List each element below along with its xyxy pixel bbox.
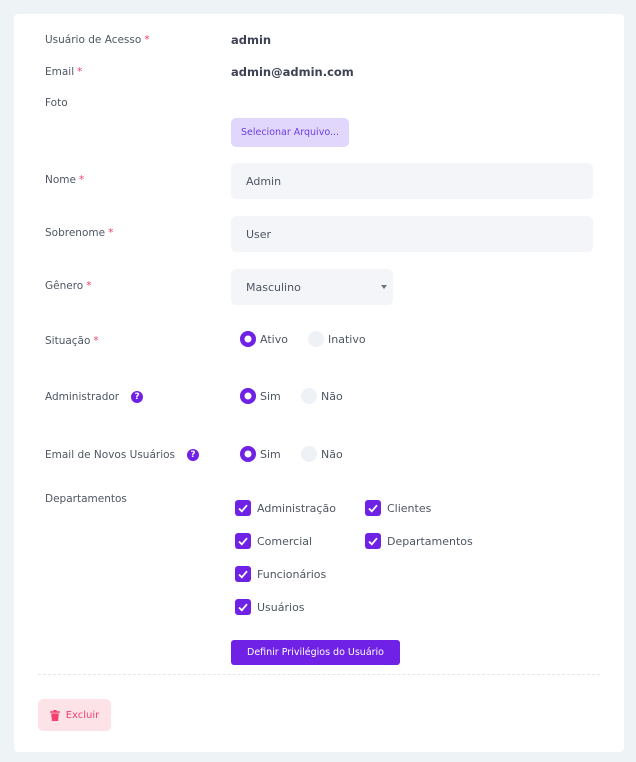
- genero-selected-value: Masculino: [246, 280, 301, 294]
- define-privileges-button[interactable]: Definir Privilégios do Usuário: [231, 640, 400, 665]
- usuario-acesso-value: admin: [231, 33, 272, 47]
- email-novos-radio-nao[interactable]: Não: [301, 446, 343, 462]
- checkbox-label: Departamentos: [387, 534, 473, 548]
- checkbox-label: Funcionários: [257, 567, 327, 581]
- checkmark-icon: [235, 500, 251, 516]
- delete-button[interactable]: Excluir: [38, 699, 111, 731]
- nome-input[interactable]: Admin: [231, 163, 593, 199]
- checkmark-icon: [365, 500, 381, 516]
- checkbox-administracao[interactable]: Administração: [235, 500, 336, 516]
- sobrenome-input[interactable]: User: [231, 216, 593, 252]
- nome-label: Nome *: [45, 174, 85, 186]
- administrador-label: Administrador?: [45, 391, 144, 403]
- administrador-radio-nao[interactable]: Não: [301, 388, 343, 404]
- situacao-radio-inativo[interactable]: Inativo: [308, 331, 366, 347]
- situacao-radio-ativo[interactable]: Ativo: [240, 331, 288, 347]
- checkmark-icon: [365, 533, 381, 549]
- radio-label: Não: [321, 389, 343, 403]
- radio-label: Ativo: [260, 332, 288, 346]
- user-form-card: Usuário de Acesso * admin Email * admin@ad…: [14, 14, 624, 752]
- question-circle-icon[interactable]: ?: [187, 449, 200, 461]
- departamentos-label: Departamentos: [45, 493, 127, 505]
- checkbox-funcionarios[interactable]: Funcionários: [235, 566, 326, 582]
- email-value: admin@admin.com: [231, 65, 354, 79]
- radio-checked-icon: [240, 388, 256, 404]
- radio-unchecked-icon: [301, 446, 317, 462]
- radio-label: Inativo: [328, 332, 366, 346]
- email-novos-label: Email de Novos Usuários?: [45, 449, 200, 461]
- email-novos-radio-sim[interactable]: Sim: [240, 446, 281, 462]
- genero-select[interactable]: Masculino: [231, 269, 393, 305]
- foto-label: Foto: [45, 97, 68, 109]
- checkbox-usuarios[interactable]: Usuários: [235, 599, 305, 615]
- question-circle-icon[interactable]: ?: [131, 391, 144, 403]
- genero-label: Gênero *: [45, 280, 92, 292]
- select-file-button[interactable]: Selecionar Arquivo...: [231, 118, 349, 147]
- checkmark-icon: [235, 599, 251, 615]
- radio-label: Não: [321, 447, 343, 461]
- checkbox-clientes[interactable]: Clientes: [365, 500, 431, 516]
- checkbox-label: Comercial: [257, 534, 313, 548]
- checkbox-label: Administração: [257, 501, 336, 515]
- divider: [38, 674, 600, 675]
- email-label: Email *: [45, 66, 83, 78]
- situacao-label: Situação *: [45, 335, 99, 347]
- radio-unchecked-icon: [301, 388, 317, 404]
- checkbox-comercial[interactable]: Comercial: [235, 533, 312, 549]
- radio-label: Sim: [260, 389, 281, 403]
- checkbox-departamentos[interactable]: Departamentos: [365, 533, 473, 549]
- delete-button-label: Excluir: [65, 709, 100, 721]
- radio-label: Sim: [260, 447, 281, 461]
- caret-down-icon: [381, 285, 387, 289]
- radio-unchecked-icon: [308, 331, 324, 347]
- checkbox-label: Usuários: [257, 600, 305, 614]
- sobrenome-label: Sobrenome *: [45, 227, 114, 239]
- checkmark-icon: [235, 566, 251, 582]
- trash-icon: [49, 709, 60, 721]
- checkmark-icon: [235, 533, 251, 549]
- radio-checked-icon: [240, 446, 256, 462]
- administrador-radio-sim[interactable]: Sim: [240, 388, 281, 404]
- radio-checked-icon: [240, 331, 256, 347]
- checkbox-label: Clientes: [387, 501, 432, 515]
- usuario-acesso-label: Usuário de Acesso *: [45, 34, 150, 46]
